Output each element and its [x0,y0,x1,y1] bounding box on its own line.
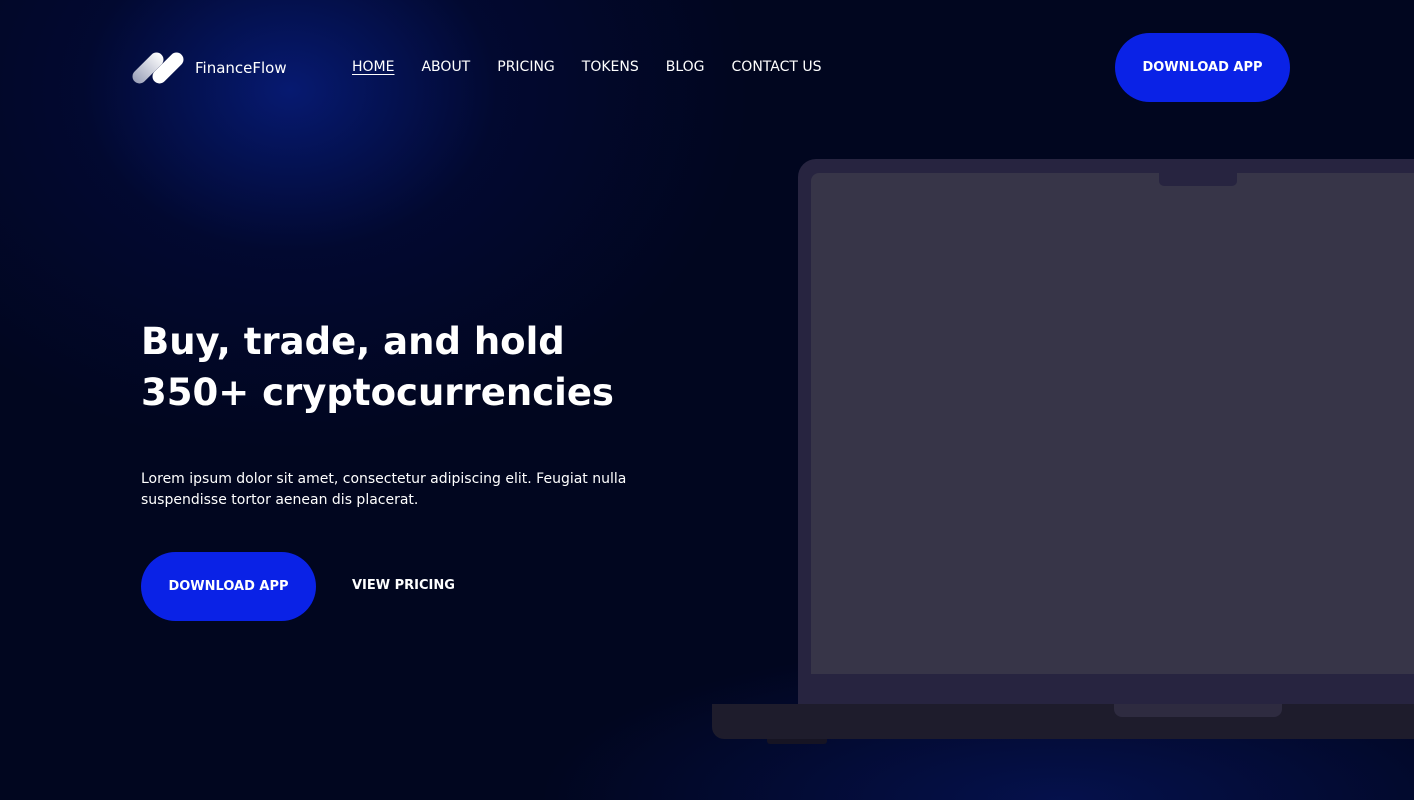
laptop-base [712,704,1414,739]
hero-download-app-button[interactable]: DOWNLOAD APP [141,552,316,621]
hero-title: Buy, trade, and hold 350+ cryptocurrenci… [141,320,614,414]
nav-item-home[interactable]: HOME [352,59,394,75]
laptop-foot [767,739,827,744]
brand-logo-link[interactable]: FinanceFlow [129,49,287,87]
brand-name: FinanceFlow [195,59,287,77]
nav-item-about[interactable]: ABOUT [421,59,470,75]
nav-item-tokens[interactable]: TOKENS [582,59,639,75]
nav-item-blog[interactable]: BLOG [666,59,705,75]
nav-item-contact-us[interactable]: CONTACT US [732,59,822,75]
laptop-screen [811,173,1414,674]
main-nav: HOME ABOUT PRICING TOKENS BLOG CONTACT U… [352,59,822,75]
laptop-trackpad-lip [1114,704,1282,717]
laptop-camera-notch [1159,173,1237,186]
landing-page: FinanceFlow HOME ABOUT PRICING TOKENS BL… [0,0,1414,800]
financeflow-logo-icon [129,49,187,87]
view-pricing-link[interactable]: VIEW PRICING [352,578,455,593]
hero-description: Lorem ipsum dolor sit amet, consectetur … [141,471,627,508]
header-download-app-button[interactable]: DOWNLOAD APP [1115,33,1290,102]
nav-item-pricing[interactable]: PRICING [497,59,555,75]
